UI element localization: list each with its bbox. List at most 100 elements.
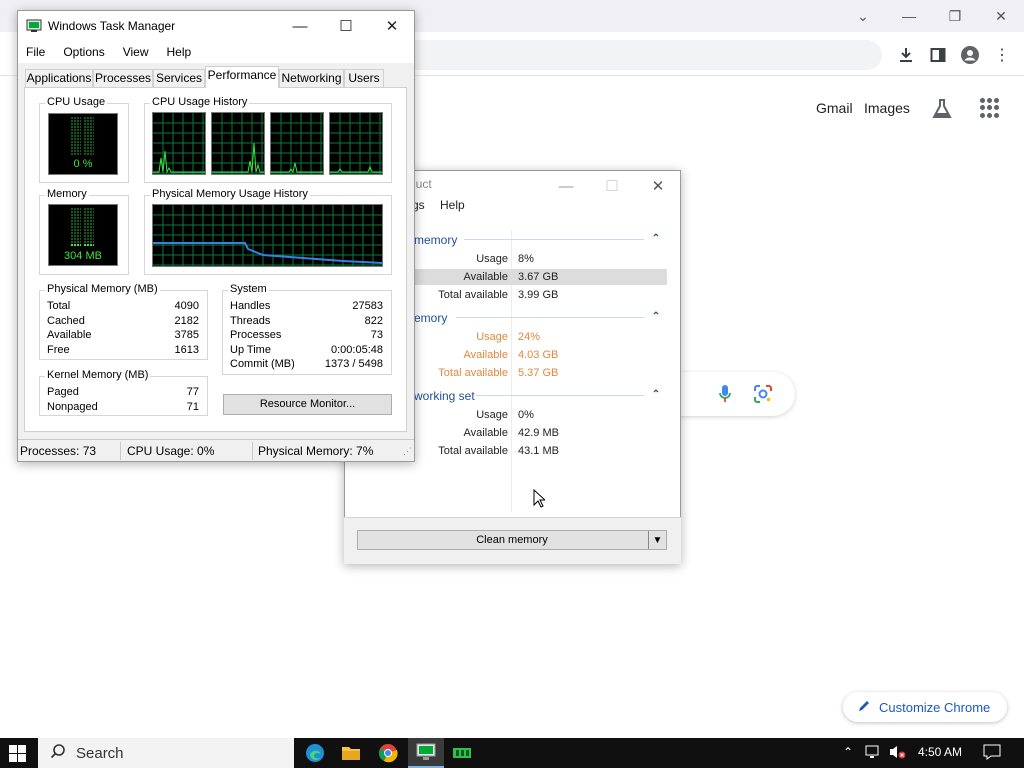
stat-value: 2182	[174, 315, 199, 327]
memory-gauge: 304 MB	[48, 204, 118, 266]
download-icon[interactable]	[894, 44, 918, 66]
row-value: 8%	[518, 253, 534, 265]
collapse-chevron-icon[interactable]: ⌃	[650, 311, 662, 323]
taskmgr-minimize-button[interactable]: —	[277, 11, 323, 41]
collapse-chevron-icon[interactable]: ⌃	[650, 389, 662, 401]
cleaner-minimize-button[interactable]: —	[543, 171, 589, 201]
labs-flask-icon[interactable]	[931, 98, 953, 120]
tab-services[interactable]: Services	[153, 69, 205, 87]
clean-memory-button[interactable]: Clean memory ▼	[357, 530, 667, 550]
gmail-link[interactable]: Gmail	[816, 100, 853, 116]
stat-value: 27583	[352, 300, 383, 312]
stat-label: Total	[47, 300, 71, 312]
status-separator	[120, 442, 121, 460]
collapse-chevron-icon[interactable]: ⌃	[650, 233, 662, 245]
row-value: 42.9 MB	[518, 427, 559, 439]
chrome-tab-search-icon[interactable]: ⌄	[840, 0, 886, 32]
row-value: 5.37 GB	[518, 367, 559, 379]
cleaner-maximize-button[interactable]: ☐	[589, 171, 635, 201]
cleaner-section-physical-memory[interactable]: memory	[414, 233, 457, 247]
stat-value: 4090	[174, 300, 199, 312]
chrome-minimize-button[interactable]: —	[886, 0, 932, 32]
cleaner-section-working-set[interactable]: working set	[414, 389, 475, 403]
stat-label: Paged	[47, 386, 79, 398]
pencil-icon	[857, 699, 871, 716]
clock-time[interactable]: 4:50 AM	[918, 745, 962, 759]
stat-value: 73	[370, 329, 383, 341]
system-title: System	[228, 283, 269, 295]
stat-label: Commit (MB)	[230, 358, 295, 370]
tray-chevron-up-icon[interactable]: ⌃	[843, 745, 853, 759]
windows-start-icon[interactable]	[9, 745, 26, 765]
tab-users[interactable]: Users	[344, 69, 384, 87]
section-divider	[464, 239, 644, 240]
tab-processes[interactable]: Processes	[93, 69, 153, 87]
row-value: 0%	[518, 409, 534, 421]
row-value: 4.03 GB	[518, 349, 559, 361]
voice-search-icon[interactable]	[718, 384, 732, 407]
cleaner-close-button[interactable]: ✕	[635, 171, 681, 201]
physical-memory-history-label: Physical Memory Usage History	[150, 188, 310, 200]
kernel-memory-title: Kernel Memory (MB)	[45, 369, 151, 381]
stat-label: Up Time	[230, 344, 271, 356]
images-link[interactable]: Images	[864, 100, 910, 116]
stat-value: 77	[186, 386, 199, 398]
cpu-core-3-graph	[270, 112, 324, 175]
menu-options[interactable]: Options	[63, 45, 104, 59]
memory-history-line	[153, 205, 383, 266]
resize-grip-icon[interactable]: ⋰	[403, 446, 412, 457]
stat-value: 1613	[174, 344, 199, 356]
cpu-history-line	[271, 162, 323, 174]
menu-help[interactable]: Help	[167, 45, 192, 59]
network-icon[interactable]	[865, 744, 883, 763]
memory-cleaner-taskbar-icon[interactable]	[444, 738, 480, 768]
cpu-usage-gauge: 0 %	[48, 113, 118, 175]
stat-label: Cached	[47, 315, 85, 327]
tab-applications[interactable]: Applications	[25, 69, 93, 87]
status-cpu-usage: CPU Usage: 0%	[127, 444, 215, 458]
section-divider	[476, 395, 644, 396]
section-divider	[456, 317, 644, 318]
side-panel-icon[interactable]	[926, 44, 950, 66]
taskbar-search-box[interactable]: Search	[38, 738, 294, 768]
edge-browser-icon[interactable]	[297, 738, 333, 768]
google-apps-icon[interactable]	[980, 98, 1000, 118]
task-manager-taskbar-icon[interactable]	[408, 738, 444, 768]
profile-avatar-icon[interactable]	[958, 44, 982, 66]
menu-file[interactable]: File	[26, 45, 45, 59]
taskmgr-maximize-button[interactable]: ☐	[323, 11, 369, 41]
cpu-core-4-graph-lines	[330, 113, 382, 174]
chrome-close-button[interactable]: ✕	[978, 0, 1024, 32]
cpu-history-line	[330, 165, 382, 173]
volume-muted-icon[interactable]	[889, 744, 907, 763]
status-physical-memory: Physical Memory: 7%	[258, 444, 374, 458]
cleaner-section-virtual-memory[interactable]: emory	[414, 311, 447, 325]
stat-value: 71	[186, 401, 199, 413]
stat-value: 822	[364, 315, 383, 327]
stat-label: Available	[47, 329, 92, 341]
physical-memory-history-graph	[152, 204, 383, 267]
dropdown-arrow-icon[interactable]: ▼	[648, 531, 666, 549]
tab-performance[interactable]: Performance	[205, 66, 279, 88]
notifications-icon[interactable]	[983, 744, 1001, 763]
menu-view[interactable]: View	[123, 45, 149, 59]
taskmgr-window-title: Windows Task Manager	[48, 19, 176, 33]
row-value: 3.99 GB	[518, 289, 559, 301]
taskmgr-statusbar: Processes: 73 CPU Usage: 0% Physical Mem…	[18, 439, 414, 461]
file-explorer-icon[interactable]	[333, 738, 369, 768]
cleaner-menu-help[interactable]: Help	[440, 198, 465, 212]
cpu-core-1-graph	[152, 112, 206, 175]
customize-chrome-button[interactable]: Customize Chrome	[843, 692, 1007, 722]
taskmgr-close-button[interactable]: ✕	[369, 11, 415, 41]
memory-value: 304 MB	[64, 250, 102, 262]
chrome-menu-icon[interactable]: ⋮	[990, 44, 1014, 66]
chrome-taskbar-icon[interactable]	[370, 738, 406, 768]
resource-monitor-button[interactable]: Resource Monitor...	[223, 394, 392, 415]
stat-label: Processes	[230, 329, 282, 341]
chrome-restore-button[interactable]: ❐	[932, 0, 978, 32]
search-icon	[50, 743, 66, 763]
tab-networking[interactable]: Networking	[279, 69, 344, 87]
lens-search-icon[interactable]	[753, 384, 773, 407]
physical-memory-title: Physical Memory (MB)	[45, 283, 160, 295]
customize-chrome-label: Customize Chrome	[879, 699, 991, 715]
